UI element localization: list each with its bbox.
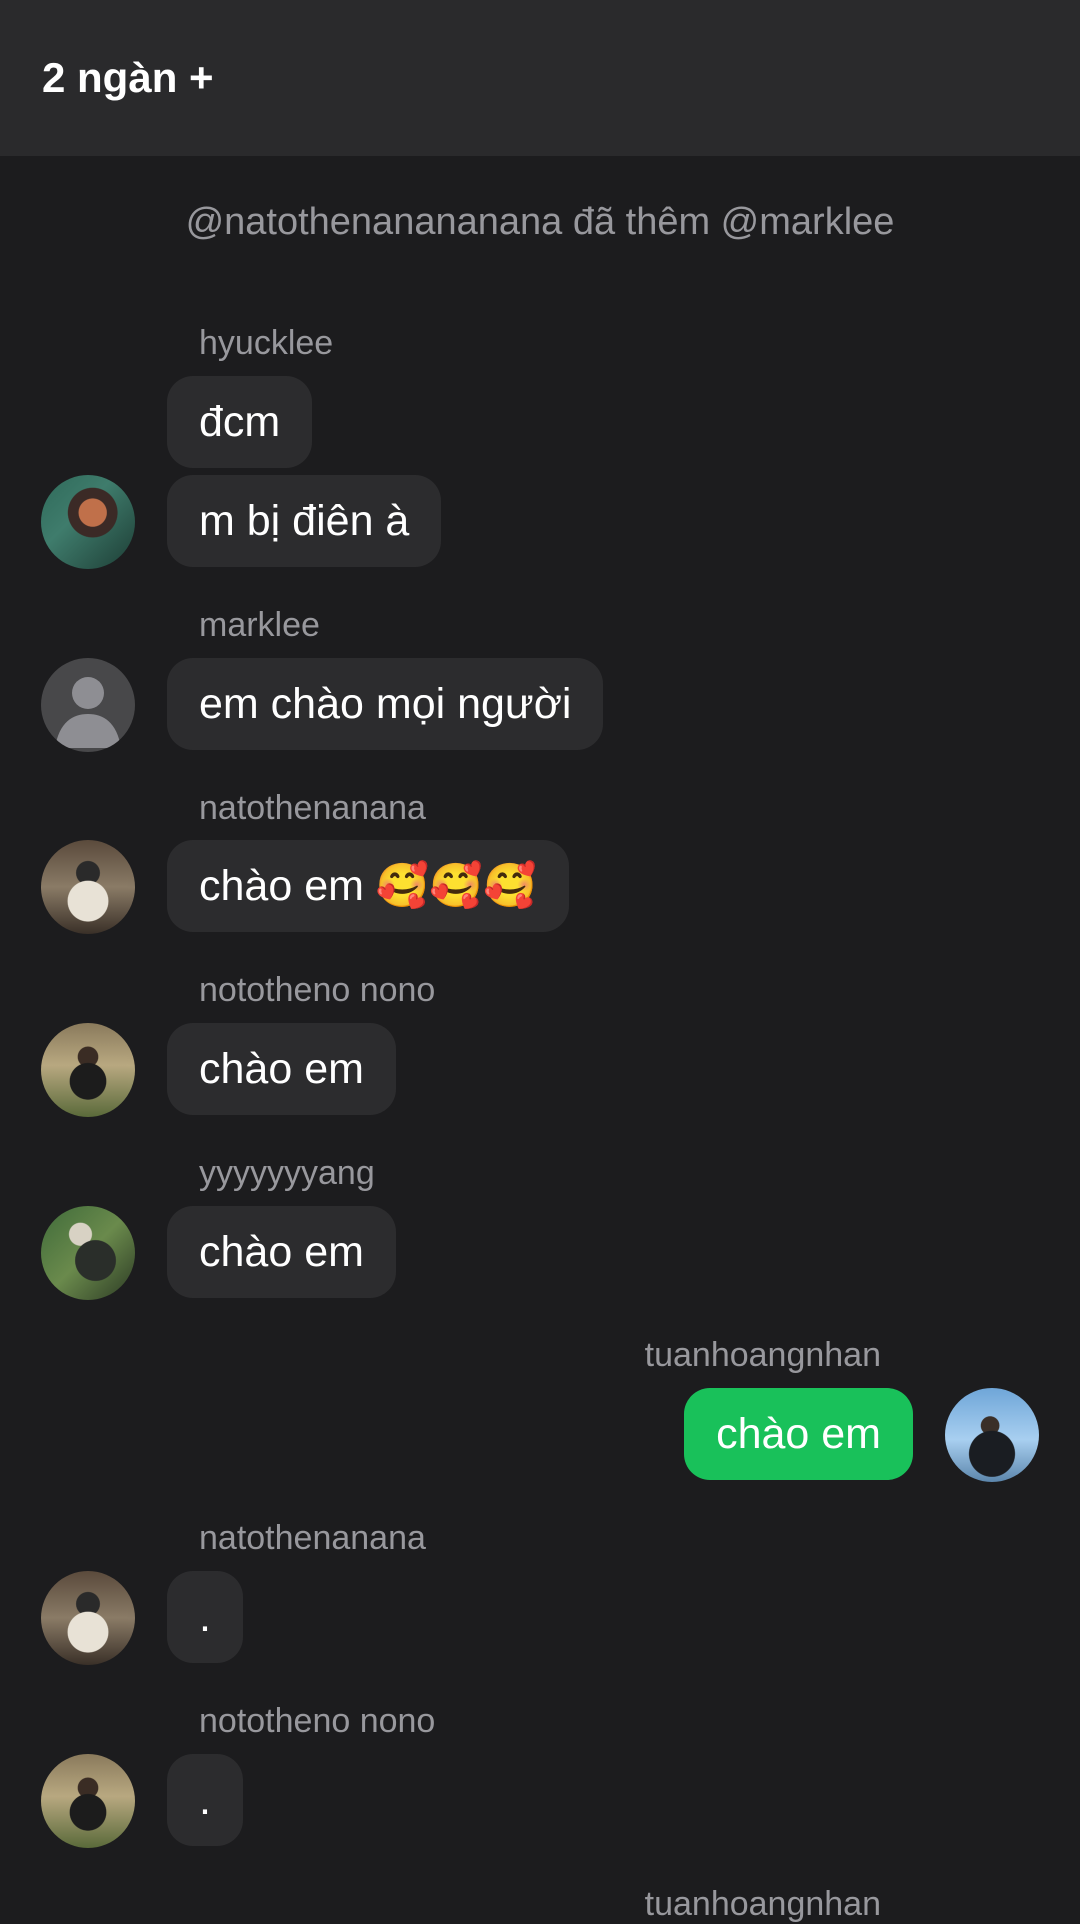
sender-name: natothenanana — [199, 789, 426, 827]
sender-name: yyyyyyyang — [199, 1154, 375, 1192]
sender-name: nototheno nono — [199, 971, 436, 1009]
sender-name: nototheno nono — [199, 1702, 436, 1740]
avatar[interactable] — [41, 1571, 135, 1665]
message-bubble[interactable]: m bị điên à — [167, 475, 442, 567]
message-bubble[interactable]: chào em — [167, 1206, 396, 1298]
message-bubble[interactable]: chào em — [167, 1023, 396, 1115]
chat-header: 2 ngàn + — [0, 0, 1080, 156]
sender-name: marklee — [199, 606, 320, 644]
sender-name: tuanhoangnhan — [644, 1885, 881, 1923]
default-avatar-icon[interactable] — [41, 658, 135, 752]
sender-name: hyucklee — [199, 324, 334, 362]
avatar[interactable] — [41, 1754, 135, 1848]
avatar[interactable] — [41, 475, 135, 569]
message-bubble[interactable]: . — [167, 1571, 243, 1663]
message-bubble-outgoing[interactable]: chào em — [684, 1388, 913, 1480]
avatar[interactable] — [945, 1388, 1039, 1482]
message-bubble[interactable]: em chào mọi người — [167, 658, 604, 750]
avatar[interactable] — [41, 1206, 135, 1300]
message-bubble[interactable]: đcm — [167, 376, 313, 468]
sender-name: tuanhoangnhan — [644, 1336, 881, 1374]
avatar[interactable] — [41, 1023, 135, 1117]
message-bubble[interactable]: . — [167, 1754, 243, 1846]
system-message: @natothenanananana đã thêm @marklee — [185, 201, 895, 243]
avatar[interactable] — [41, 840, 135, 934]
chat-title[interactable]: 2 ngàn + — [42, 52, 214, 104]
sender-name: natothenanana — [199, 1519, 426, 1557]
message-bubble[interactable]: chào em 🥰🥰🥰 — [167, 840, 569, 932]
